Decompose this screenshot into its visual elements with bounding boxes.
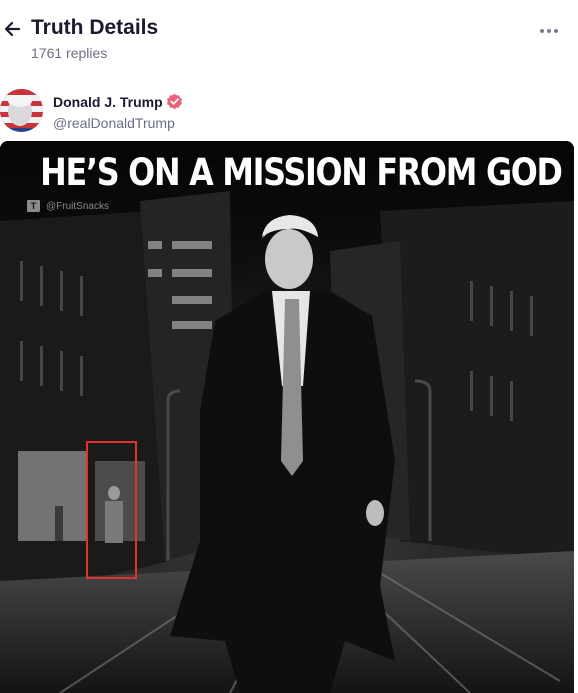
more-options-button[interactable] [538,20,560,42]
author-name[interactable]: Donald J. Trump [53,94,163,110]
arrow-left-icon [4,21,21,37]
page-title: Truth Details [31,16,159,39]
verified-badge-icon [167,93,182,110]
author-handle[interactable]: @realDonaldTrump [53,115,175,131]
back-button[interactable] [2,18,24,40]
avatar[interactable] [0,89,43,132]
image-caption: HE’S ON A MISSION FROM GOD [40,151,563,194]
post-image[interactable]: HE’S ON A MISSION FROM GOD T @FruitSnack… [0,141,574,693]
more-horizontal-icon [540,29,558,33]
reply-count: 1761 replies [31,45,108,61]
truth-social-logo-icon: T [27,200,40,212]
post-header: Truth Details 1761 replies [0,0,578,80]
image-watermark: T @FruitSnacks [27,199,109,213]
watermark-text: @FruitSnacks [46,200,109,212]
street-scene-illustration [0,141,574,693]
post-author: Donald J. Trump @realDonaldTrump [0,88,578,136]
